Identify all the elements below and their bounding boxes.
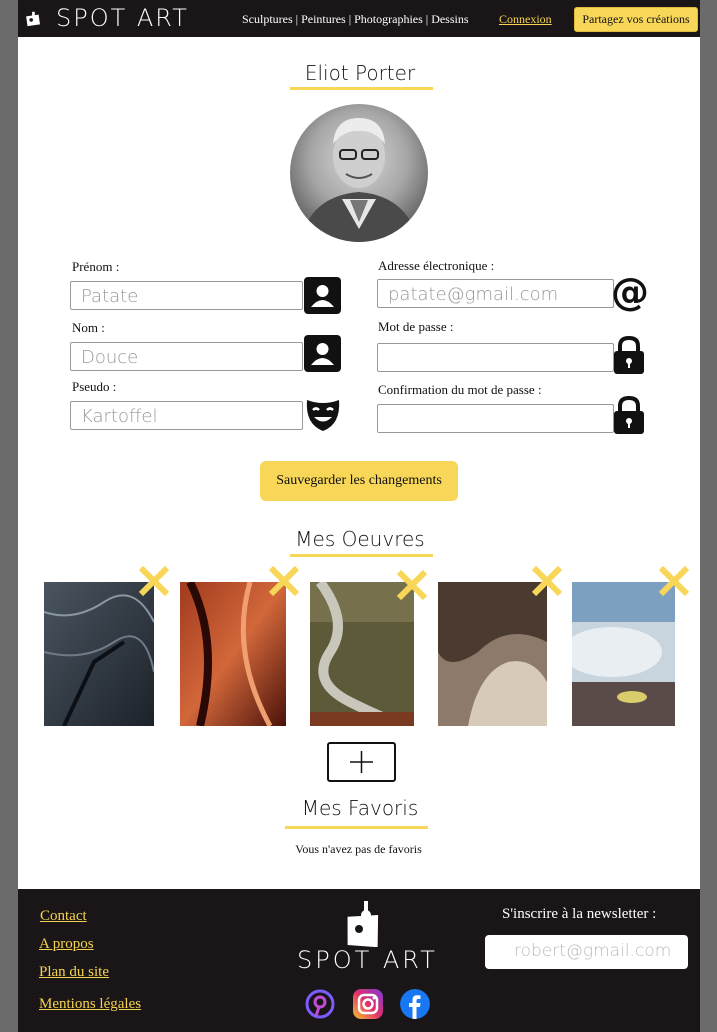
contact-card-icon: [304, 335, 341, 372]
title-underline: [290, 554, 433, 557]
delete-icon[interactable]: [268, 565, 300, 597]
delete-icon[interactable]: [396, 569, 428, 601]
footer-link-contact[interactable]: Contact: [40, 908, 87, 925]
no-favorites-message: Vous n'avez pas de favoris: [295, 842, 422, 856]
first-name-input[interactable]: Patate: [70, 281, 303, 310]
save-changes-button[interactable]: Sauvegarder les changements: [260, 461, 458, 501]
last-name-input[interactable]: Douce: [70, 342, 303, 371]
first-name-label: Prénom :: [72, 259, 120, 274]
confirm-password-label: Confirmation du mot de passe :: [378, 382, 542, 397]
facebook-icon[interactable]: [400, 989, 430, 1019]
lock-icon: [614, 395, 644, 434]
last-name-label: Nom :: [72, 320, 105, 335]
pseudo-label: Pseudo :: [72, 379, 117, 394]
artwork-thumbnail[interactable]: [310, 582, 414, 726]
theater-mask-icon: [306, 400, 340, 431]
confirm-password-input[interactable]: [377, 404, 614, 433]
password-label: Mot de passe :: [378, 319, 454, 334]
footer-brand-name[interactable]: SPOT ART: [297, 946, 438, 974]
lock-icon: [614, 335, 644, 374]
footer-link-legal[interactable]: Mentions légales: [39, 996, 141, 1013]
delete-icon[interactable]: [658, 565, 690, 597]
artwork-thumbnail[interactable]: [44, 582, 154, 726]
password-input[interactable]: [377, 343, 614, 372]
artwork-thumbnail[interactable]: [180, 582, 286, 726]
title-underline: [290, 87, 433, 90]
login-link[interactable]: Connexion: [499, 12, 552, 27]
delete-icon[interactable]: [531, 565, 563, 597]
profile-name: Eliot Porter: [304, 61, 416, 85]
newsletter-label: S'inscrire à la newsletter :: [502, 906, 657, 922]
brand-name[interactable]: SPOT ART: [56, 4, 189, 32]
newsletter-email-input[interactable]: robert@gmail.com: [485, 935, 688, 969]
logo-icon[interactable]: [342, 899, 384, 947]
category-nav[interactable]: Sculptures | Peintures | Photographies |…: [242, 12, 469, 27]
delete-icon[interactable]: [138, 565, 170, 597]
contact-card-icon: [304, 277, 341, 314]
pseudo-input[interactable]: Kartoffel: [70, 401, 303, 430]
artwork-thumbnail[interactable]: [438, 582, 547, 726]
add-artwork-button[interactable]: [327, 742, 396, 782]
top-navbar: SPOT ART Sculptures | Peintures | Photog…: [18, 0, 700, 37]
title-underline: [285, 826, 428, 829]
email-label: Adresse électronique :: [378, 258, 495, 273]
artwork-thumbnail[interactable]: [572, 582, 675, 726]
share-creations-button[interactable]: Partagez vos créations: [574, 7, 698, 32]
footer-link-sitemap[interactable]: Plan du site: [39, 964, 109, 981]
footer-link-about[interactable]: A propos: [39, 936, 94, 953]
pinterest-icon[interactable]: [305, 989, 335, 1019]
profile-avatar[interactable]: [290, 104, 428, 242]
instagram-icon[interactable]: [353, 989, 383, 1019]
works-section-title: Mes Oeuvres: [295, 527, 425, 551]
email-input[interactable]: patate@gmail.com: [377, 279, 614, 308]
logo-icon[interactable]: [24, 10, 42, 28]
plus-icon: [350, 751, 373, 773]
portrait-image: [300, 118, 418, 242]
svg-text:@: @: [611, 273, 649, 313]
at-sign-icon: @: [611, 273, 649, 313]
favorites-section-title: Mes Favoris: [301, 796, 419, 820]
